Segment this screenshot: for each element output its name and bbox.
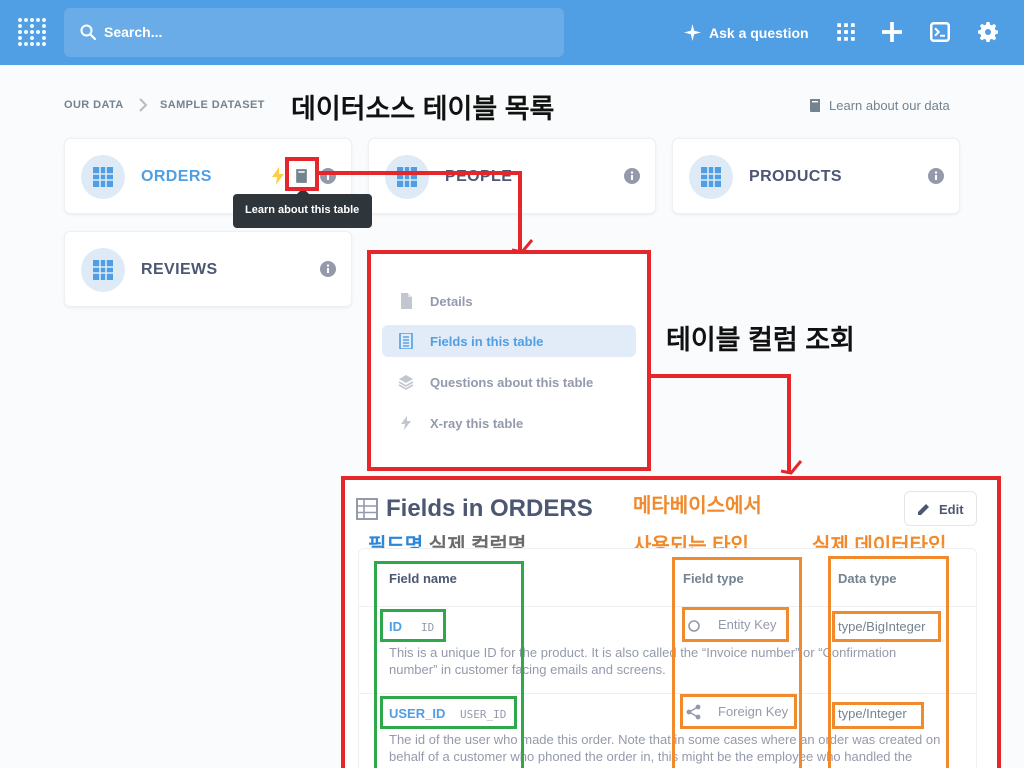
fields-panel-title: Fields in ORDERS [356, 495, 593, 523]
annotation-metabase-type-1: 메타베이스에서 [633, 495, 762, 517]
annotation-table-list: 데이터소스 테이블 목록 [291, 94, 555, 124]
search-bar[interactable]: Search... [64, 8, 564, 57]
pencil-icon [918, 504, 929, 515]
search-placeholder: Search... [104, 24, 163, 40]
chevron-right-icon [139, 98, 148, 112]
grid-dots-icon[interactable] [836, 22, 856, 42]
table-grid-icon [397, 167, 417, 187]
annotation-entity-key [682, 607, 789, 642]
table-card-reviews[interactable]: REVIEWS [64, 231, 352, 307]
sql-editor-icon[interactable] [930, 22, 950, 42]
info-icon[interactable] [624, 168, 640, 184]
info-icon[interactable] [320, 261, 336, 277]
sparkle-icon [684, 24, 701, 41]
edit-button-label: Edit [939, 502, 964, 517]
table-icon-wrapper [81, 155, 125, 199]
table-grid-icon [93, 260, 113, 280]
annotation-connector [651, 374, 791, 378]
annotation-field-type-column [672, 557, 802, 768]
learn-about-data-label: Learn about our data [829, 98, 950, 113]
book-icon [810, 99, 820, 112]
table-grid-icon [93, 167, 113, 187]
table-icon-wrapper [385, 155, 429, 199]
breadcrumb-sample-dataset: SAMPLE DATASET [160, 99, 265, 111]
fields-panel-title-text: Fields in ORDERS [386, 495, 593, 522]
top-nav: Search... Ask a question [0, 0, 1024, 65]
ask-question-label: Ask a question [709, 24, 809, 41]
annotation-foreign-key [680, 694, 797, 729]
table-icon-wrapper [81, 248, 125, 292]
plus-icon[interactable] [882, 22, 902, 42]
bolt-icon[interactable] [272, 167, 284, 185]
annotation-arrow [780, 460, 803, 475]
info-icon[interactable] [928, 168, 944, 184]
annotation-integer [832, 702, 924, 729]
table-name: PRODUCTS [749, 168, 842, 185]
annotation-connector [319, 171, 522, 175]
annotation-data-type-column [828, 556, 949, 768]
ask-question-button[interactable]: Ask a question [684, 24, 809, 41]
annotation-id-field [380, 609, 446, 642]
tooltip: Learn about this table [233, 188, 372, 228]
table-name: REVIEWS [141, 261, 218, 278]
table-card-products[interactable]: PRODUCTS [672, 138, 960, 214]
annotation-biginteger [832, 611, 941, 642]
table-icon-wrapper [689, 155, 733, 199]
table-outline-icon [356, 498, 378, 520]
annotation-field-name-column [374, 561, 524, 768]
annotation-user-id-field [380, 696, 517, 729]
annotation-highlight-book [285, 157, 319, 191]
table-grid-icon [701, 167, 721, 187]
edit-button[interactable]: Edit [904, 491, 977, 526]
table-card-people[interactable]: PEOPLE [368, 138, 656, 214]
annotation-highlight-popover [367, 250, 651, 471]
gear-icon[interactable] [978, 22, 998, 42]
table-name: ORDERS [141, 168, 212, 185]
search-icon [80, 24, 96, 40]
breadcrumb-our-data[interactable]: OUR DATA [64, 99, 124, 111]
learn-about-data-link[interactable]: Learn about our data [808, 98, 950, 113]
metabase-logo[interactable] [18, 18, 46, 48]
annotation-column-lookup: 테이블 컬럼 조회 [666, 325, 855, 355]
